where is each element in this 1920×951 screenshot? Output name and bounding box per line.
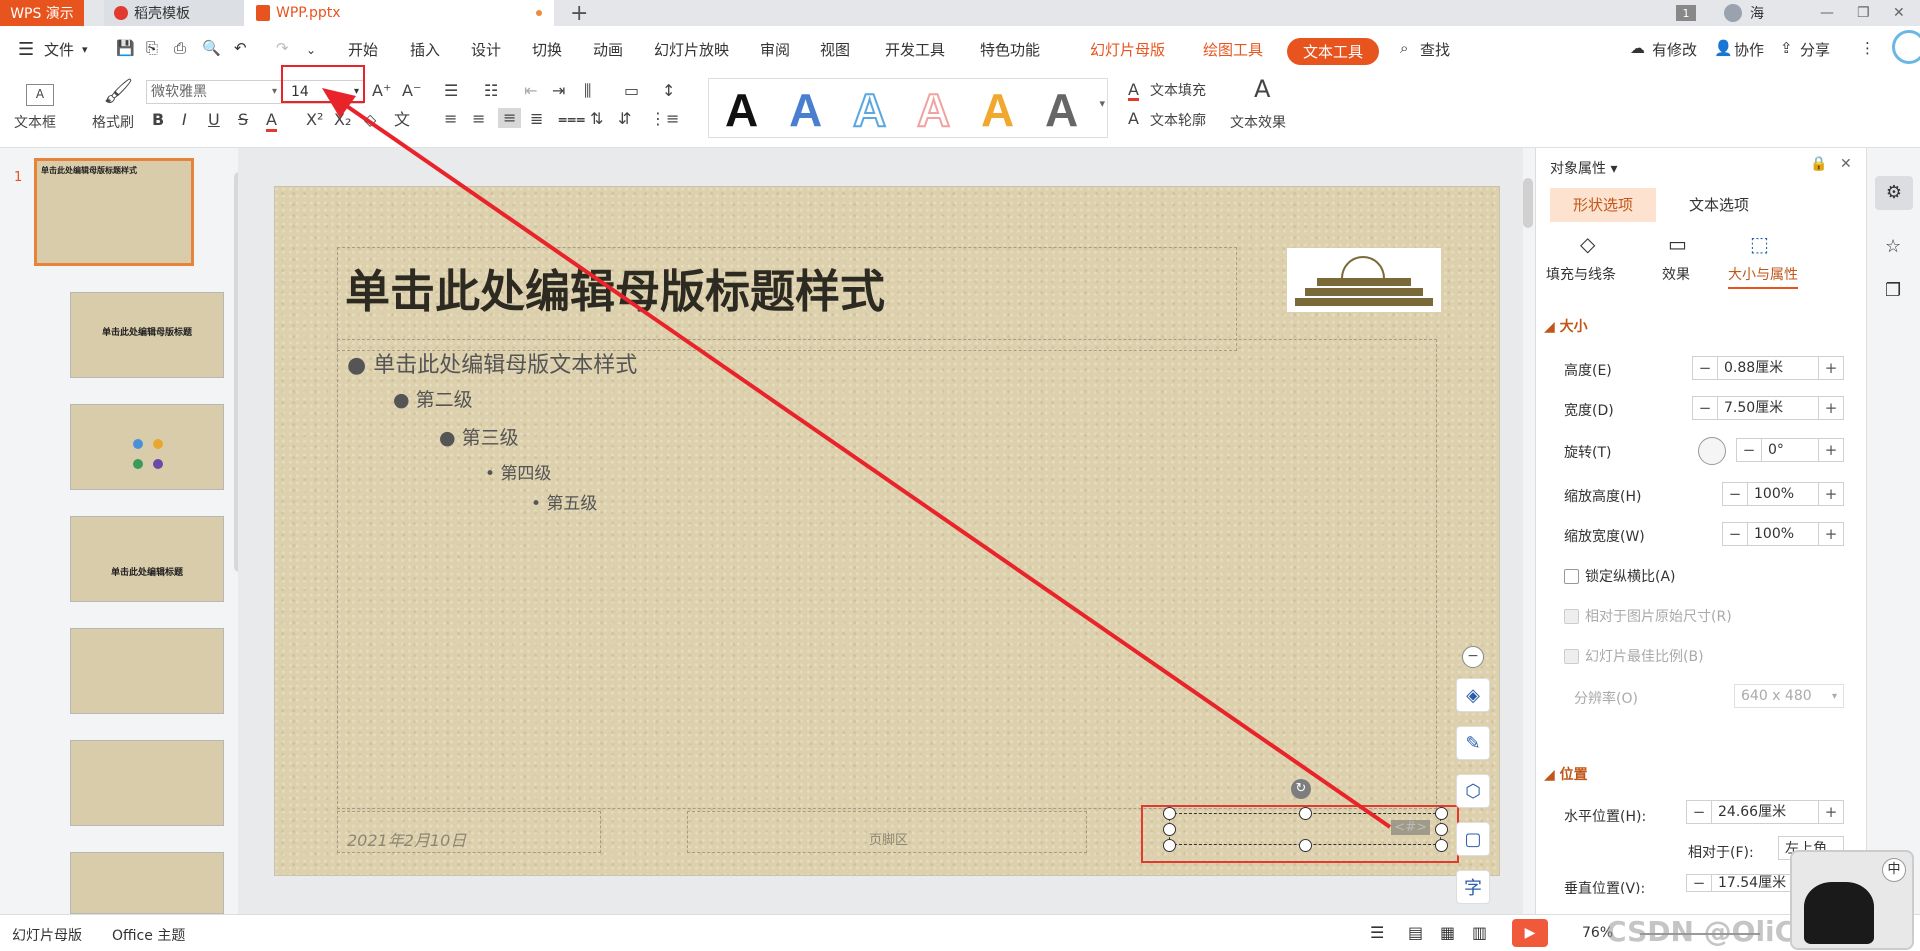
- scale-w-spinner[interactable]: −100% +: [1722, 522, 1844, 546]
- checkbox-box[interactable]: [1564, 608, 1579, 624]
- properties-icon[interactable]: ⚙: [1875, 176, 1913, 210]
- size-section-header[interactable]: ◢ 大小: [1544, 316, 1588, 336]
- hpos-value[interactable]: 24.66厘米: [1711, 801, 1819, 823]
- plus-icon[interactable]: +: [1819, 485, 1843, 503]
- best-ratio-checkbox[interactable]: 幻灯片最佳比例(B): [1564, 646, 1704, 666]
- width-label: 宽度(D): [1564, 403, 1614, 419]
- size-header-text: 大小: [1559, 319, 1588, 335]
- height-spinner[interactable]: −0.88厘米 +: [1692, 356, 1844, 380]
- rotate-spinner[interactable]: −0° +: [1736, 438, 1844, 462]
- minus-icon[interactable]: −: [1693, 399, 1717, 417]
- tab-shape-options[interactable]: 形状选项: [1550, 188, 1656, 222]
- effect-icon[interactable]: ▭: [1668, 232, 1687, 256]
- height-label: 高度(E): [1564, 363, 1612, 379]
- rotate-value[interactable]: 0°: [1761, 439, 1819, 461]
- subtab-fill-line[interactable]: 填充与线条: [1546, 264, 1616, 284]
- checkbox-box[interactable]: [1564, 648, 1579, 664]
- hpos-spinner[interactable]: −24.66厘米 +: [1686, 800, 1844, 824]
- plus-icon[interactable]: +: [1819, 359, 1843, 377]
- best-ratio-label: 幻灯片最佳比例(B): [1585, 649, 1704, 665]
- play-button[interactable]: ▶: [1512, 919, 1548, 947]
- minus-icon[interactable]: −: [1737, 441, 1761, 459]
- vpos-label: 垂直位置(V):: [1564, 881, 1646, 894]
- tab-text-options[interactable]: 文本选项: [1666, 188, 1772, 222]
- status-bar: 幻灯片母版 Office 主题 ☰ ▤ ▦ ▥ ▶ 76% CSDN @OliC…: [0, 914, 1920, 951]
- status-theme[interactable]: Office 主题: [112, 925, 185, 945]
- pos-header-text: 位置: [1559, 767, 1588, 783]
- size-props-icon[interactable]: ⬚: [1750, 232, 1769, 256]
- width-spinner[interactable]: −7.50厘米 +: [1692, 396, 1844, 420]
- relative-orig-checkbox[interactable]: 相对于图片原始尺寸(R): [1564, 606, 1732, 626]
- hpos-label: 水平位置(H):: [1564, 809, 1647, 825]
- checkbox-box[interactable]: [1564, 568, 1579, 584]
- mascot-image: 中: [1790, 850, 1914, 950]
- minus-icon[interactable]: −: [1723, 485, 1747, 503]
- chevron-down-icon: ▾: [1831, 690, 1837, 702]
- star-icon[interactable]: ☆: [1885, 236, 1901, 257]
- lock-icon[interactable]: 🔒: [1810, 156, 1827, 172]
- reading-view-icon[interactable]: ▥: [1472, 923, 1487, 942]
- scale-w-label: 缩放宽度(W): [1564, 529, 1645, 545]
- scale-h-value[interactable]: 100%: [1747, 483, 1819, 505]
- width-value[interactable]: 7.50厘米: [1717, 397, 1819, 419]
- normal-view-icon[interactable]: ▤: [1408, 923, 1423, 942]
- close-icon[interactable]: ✕: [1840, 156, 1852, 172]
- lock-ratio-checkbox[interactable]: 锁定纵横比(A): [1564, 566, 1676, 586]
- resolution-value: 640 x 480: [1741, 688, 1812, 704]
- minus-icon[interactable]: −: [1723, 525, 1747, 543]
- status-view: 幻灯片母版: [12, 928, 82, 944]
- chat-icon[interactable]: ❐: [1885, 280, 1901, 301]
- plus-icon[interactable]: +: [1819, 803, 1843, 821]
- resolution-select[interactable]: 640 x 480 ▾: [1734, 684, 1844, 708]
- relative-label: 相对于(F):: [1688, 845, 1754, 861]
- subtab-effect[interactable]: 效果: [1662, 264, 1690, 284]
- scale-h-label: 缩放高度(H): [1564, 489, 1642, 505]
- object-properties-panel: 对象属性 ▾ 🔒 ✕ 形状选项 文本选项 ◇ 填充与线条 ▭ 效果 ⬚ 大小与属…: [1535, 148, 1866, 914]
- sorter-view-icon[interactable]: ▦: [1440, 923, 1455, 942]
- rotate-label: 旋转(T): [1564, 445, 1612, 461]
- ime-indicator[interactable]: 中: [1882, 858, 1906, 882]
- plus-icon[interactable]: +: [1819, 399, 1843, 417]
- fill-line-icon[interactable]: ◇: [1580, 232, 1595, 256]
- minus-icon[interactable]: −: [1687, 875, 1711, 891]
- plus-icon[interactable]: +: [1819, 441, 1843, 459]
- plus-icon[interactable]: +: [1819, 525, 1843, 543]
- panel-title[interactable]: 对象属性 ▾: [1550, 158, 1617, 178]
- panel-title-text: 对象属性: [1550, 161, 1606, 177]
- scale-w-value[interactable]: 100%: [1747, 523, 1819, 545]
- minus-icon[interactable]: −: [1687, 803, 1711, 821]
- height-value[interactable]: 0.88厘米: [1717, 357, 1819, 379]
- resolution-label: 分辨率(O): [1574, 691, 1638, 707]
- pos-section-header[interactable]: ◢ 位置: [1544, 764, 1588, 784]
- minus-icon[interactable]: −: [1693, 359, 1717, 377]
- scale-h-spinner[interactable]: −100% +: [1722, 482, 1844, 506]
- notes-icon[interactable]: ☰: [1370, 923, 1384, 942]
- subtab-size-props[interactable]: 大小与属性: [1728, 264, 1798, 289]
- relative-orig-label: 相对于图片原始尺寸(R): [1585, 609, 1732, 625]
- lock-ratio-label: 锁定纵横比(A): [1585, 569, 1676, 585]
- rotate-dial-icon[interactable]: [1698, 437, 1726, 465]
- right-sidebar: ⚙ ☆ ❐: [1866, 148, 1920, 914]
- arrow-line: [336, 98, 1392, 829]
